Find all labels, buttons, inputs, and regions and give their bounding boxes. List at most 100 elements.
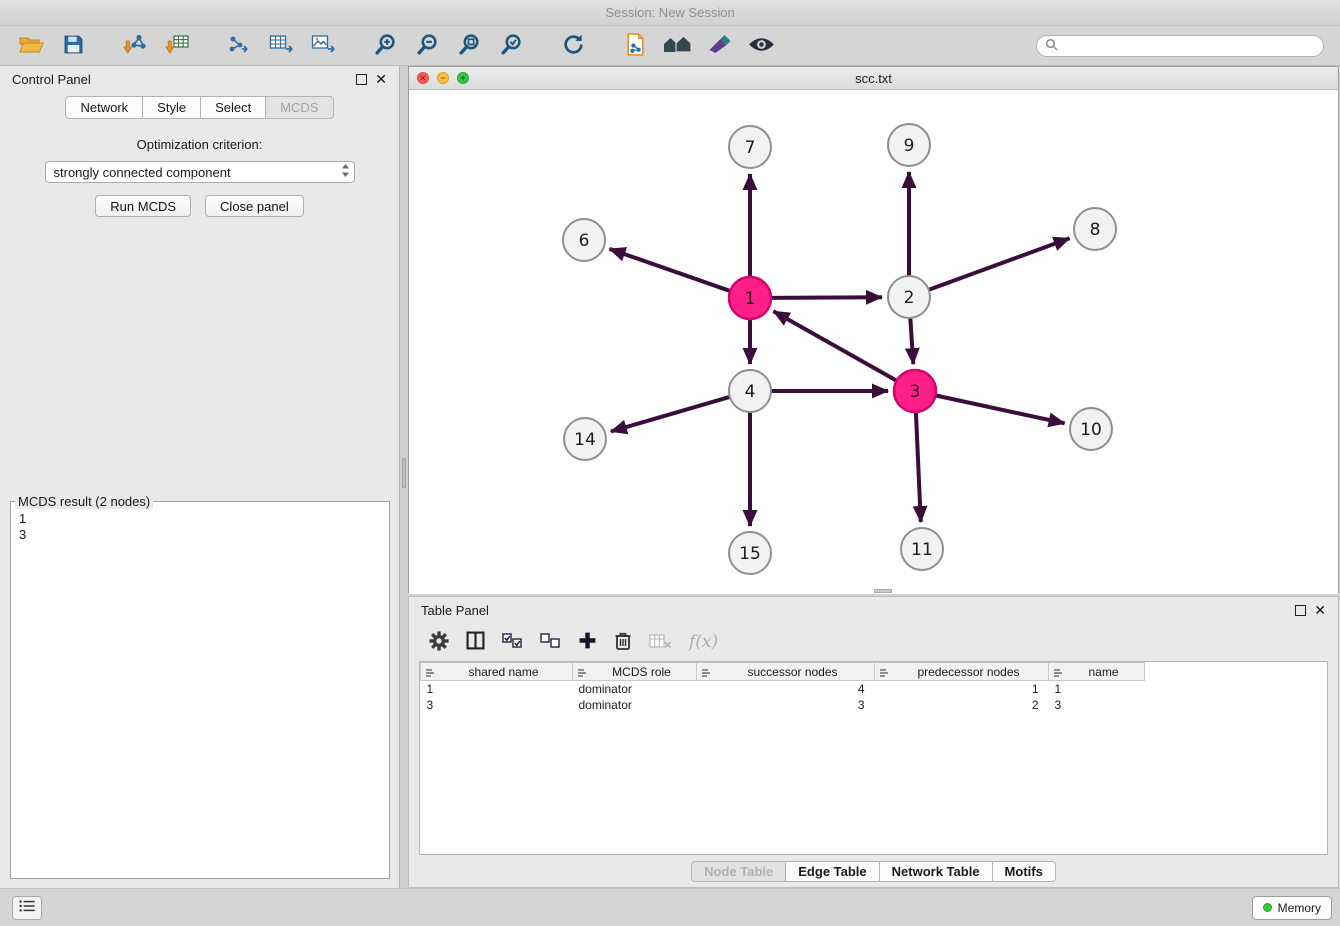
column-header-predecessor-nodes[interactable]: predecessor nodes xyxy=(875,663,1049,681)
tab-mcds[interactable]: MCDS xyxy=(265,96,333,119)
show-hide-button[interactable] xyxy=(742,30,780,62)
tab-style[interactable]: Style xyxy=(142,96,201,119)
clone-network-button[interactable] xyxy=(616,30,654,62)
graph-node-7[interactable]: 7 xyxy=(729,126,771,168)
graph-node-8[interactable]: 8 xyxy=(1074,208,1116,250)
graph-node-10[interactable]: 10 xyxy=(1070,408,1112,450)
fx-icon: f(x) xyxy=(689,632,718,652)
zoom-selected-icon xyxy=(500,33,523,59)
task-history-button[interactable] xyxy=(12,896,42,920)
table-row[interactable]: 1dominator411 xyxy=(421,681,1145,698)
deselect-all-button[interactable] xyxy=(540,633,561,652)
window-title: Session: New Session xyxy=(605,5,734,20)
export-image-button[interactable] xyxy=(304,30,342,62)
style-brush-icon xyxy=(707,34,732,57)
table-settings-button[interactable] xyxy=(429,631,449,654)
run-mcds-button[interactable]: Run MCDS xyxy=(95,195,191,217)
graph-node-2[interactable]: 2 xyxy=(888,276,930,318)
graph-edge-4-14[interactable] xyxy=(611,396,732,431)
column-header-shared-name[interactable]: shared name xyxy=(421,663,573,681)
import-network-icon xyxy=(123,33,148,59)
show-columns-button[interactable] xyxy=(466,631,485,653)
graph-node-15[interactable]: 15 xyxy=(729,532,771,574)
sort-icon xyxy=(701,667,711,681)
search-input[interactable] xyxy=(1064,38,1315,54)
chevron-updown-icon xyxy=(341,163,350,181)
application-window: Session: New Session xyxy=(0,0,1340,926)
zoom-in-button[interactable] xyxy=(366,30,404,62)
close-table-panel-icon[interactable]: ✕ xyxy=(1314,603,1326,617)
save-session-button[interactable] xyxy=(54,30,92,62)
mcds-result-title: MCDS result (2 nodes) xyxy=(15,494,153,509)
plus-icon xyxy=(578,631,597,653)
memory-label: Memory xyxy=(1278,901,1321,915)
refresh-view-button[interactable] xyxy=(554,30,592,62)
create-column-button[interactable] xyxy=(578,631,597,653)
mcds-result-item[interactable]: 3 xyxy=(13,527,387,543)
import-table-button[interactable] xyxy=(158,30,196,62)
mcds-result-list[interactable]: 13 xyxy=(13,511,387,876)
column-header-name[interactable]: name xyxy=(1049,663,1145,681)
graph-node-14[interactable]: 14 xyxy=(564,418,606,460)
style-button[interactable] xyxy=(700,30,738,62)
float-panel-icon[interactable] xyxy=(356,74,367,85)
float-table-panel-icon[interactable] xyxy=(1295,605,1306,616)
folder-open-icon xyxy=(18,34,44,57)
control-panel-header: Control Panel ✕ xyxy=(0,66,399,92)
export-table-button[interactable] xyxy=(262,30,300,62)
tab-node-table[interactable]: Node Table xyxy=(691,861,786,882)
window-resize-handle[interactable] xyxy=(874,589,892,593)
graph-node-4[interactable]: 4 xyxy=(729,370,771,412)
open-session-button[interactable] xyxy=(12,30,50,62)
table-row[interactable]: 3dominator323 xyxy=(421,697,1145,713)
function-builder-button[interactable]: f(x) xyxy=(689,632,718,652)
control-panel-tabs: NetworkStyleSelectMCDS xyxy=(0,96,399,119)
network-canvas[interactable]: 7 9 6 8 1 2 4 3 14 10 15 11 xyxy=(409,90,1338,594)
graph-edge-3-1[interactable] xyxy=(774,311,899,381)
svg-text:6: 6 xyxy=(579,231,590,251)
home-button[interactable] xyxy=(658,30,696,62)
graph-edge-2-8[interactable] xyxy=(927,238,1070,290)
panel-splitter[interactable] xyxy=(400,66,408,888)
close-panel-icon[interactable]: ✕ xyxy=(375,72,387,86)
delete-table-icon xyxy=(649,633,672,652)
graph-node-9[interactable]: 9 xyxy=(888,124,930,166)
graph-edge-3-11[interactable] xyxy=(916,410,921,522)
tab-select[interactable]: Select xyxy=(200,96,266,119)
optimization-select[interactable]: strongly connected component xyxy=(45,161,355,183)
column-header-MCDS-role[interactable]: MCDS role xyxy=(573,663,697,681)
table-toolbar: f(x) xyxy=(409,623,1338,661)
graph-node-6[interactable]: 6 xyxy=(563,219,605,261)
tab-network-table[interactable]: Network Table xyxy=(879,861,993,882)
export-network-button[interactable] xyxy=(220,30,258,62)
graph-edge-1-6[interactable] xyxy=(610,249,733,292)
tab-edge-table[interactable]: Edge Table xyxy=(785,861,879,882)
svg-text:4: 4 xyxy=(745,382,756,402)
delete-table-button[interactable] xyxy=(649,633,672,652)
mcds-result-item[interactable]: 1 xyxy=(13,511,387,527)
export-image-icon xyxy=(311,33,336,58)
graph-edge-1-2[interactable] xyxy=(769,297,882,298)
graph-node-selected-1[interactable]: 1 xyxy=(729,277,771,319)
zoom-out-button[interactable] xyxy=(408,30,446,62)
svg-text:2: 2 xyxy=(904,288,915,308)
memory-status-dot xyxy=(1263,903,1272,912)
column-header-successor-nodes[interactable]: successor nodes xyxy=(697,663,875,681)
import-network-button[interactable] xyxy=(116,30,154,62)
import-table-icon xyxy=(165,33,190,59)
zoom-fit-button[interactable] xyxy=(450,30,488,62)
tab-network[interactable]: Network xyxy=(65,96,143,119)
graph-edge-3-10[interactable] xyxy=(934,395,1065,423)
close-panel-button[interactable]: Close panel xyxy=(205,195,304,217)
search-box[interactable] xyxy=(1036,35,1324,57)
graph-node-11[interactable]: 11 xyxy=(901,528,943,570)
graph-node-selected-3[interactable]: 3 xyxy=(894,370,936,412)
delete-column-button[interactable] xyxy=(614,631,632,654)
graph-edge-2-3[interactable] xyxy=(910,316,913,364)
zoom-selected-button[interactable] xyxy=(492,30,530,62)
splitter-grip[interactable] xyxy=(402,458,406,488)
select-all-button[interactable] xyxy=(502,633,523,652)
tab-motifs[interactable]: Motifs xyxy=(992,861,1056,882)
main-toolbar xyxy=(0,26,1340,66)
memory-button[interactable]: Memory xyxy=(1252,896,1332,920)
